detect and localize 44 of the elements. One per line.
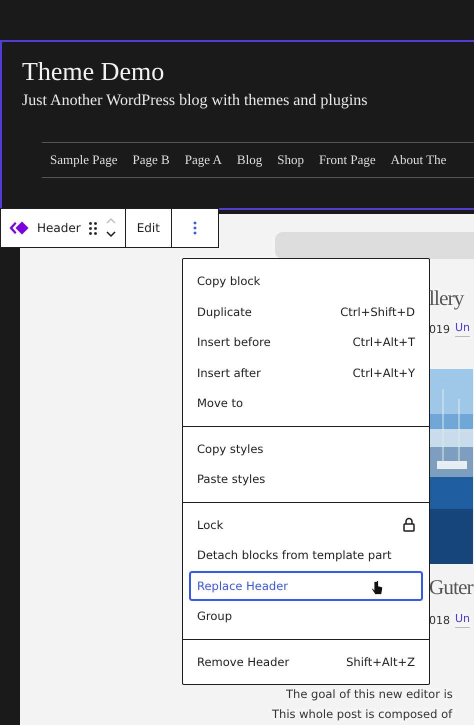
shortcut-text: Shift+Alt+Z — [346, 654, 415, 669]
menu-item[interactable]: Copy styles — [189, 434, 423, 464]
post-date: 018 — [429, 614, 450, 626]
menu-item[interactable]: Copy block — [189, 266, 423, 296]
paragraph-line: The goal of this new editor is — [286, 686, 454, 703]
paragraph-line: This whole post is composed of — [272, 706, 454, 723]
post-title: Guter — [429, 574, 474, 601]
menu-item-label: Duplicate — [197, 304, 252, 319]
category-link[interactable]: Un — [455, 612, 470, 628]
menu-item[interactable]: Paste styles — [189, 464, 423, 494]
menu-item[interactable]: Replace Header — [189, 570, 423, 601]
menu-item[interactable]: Group — [189, 601, 423, 632]
menu-item-label: Insert before — [197, 335, 271, 350]
menu-item[interactable]: Insert after Ctrl+Alt+Y — [189, 358, 423, 388]
nav-link[interactable]: Sample Page — [50, 152, 118, 168]
nav-link[interactable]: Page A — [184, 152, 222, 168]
nav-link[interactable]: About The — [390, 152, 446, 168]
block-label: Header — [37, 221, 81, 235]
menu-item[interactable]: Detach blocks from template part — [189, 540, 423, 570]
menu-item[interactable]: Lock — [189, 510, 423, 540]
cursor-icon — [371, 580, 383, 596]
menu-item[interactable]: Move to — [189, 388, 423, 418]
shortcut-text: Ctrl+Shift+D — [340, 304, 415, 319]
more-vertical-icon — [192, 221, 197, 235]
lock-icon — [403, 517, 415, 532]
nav-link[interactable]: Page B — [132, 152, 170, 168]
nav-link[interactable]: Front Page — [318, 152, 376, 168]
menu-item[interactable]: Insert before Ctrl+Alt+T — [189, 327, 423, 358]
menu-item-label: Remove Header — [197, 654, 290, 669]
post-title: llery — [429, 285, 465, 312]
menu-item[interactable]: Remove Header Shift+Alt+Z — [189, 646, 423, 677]
menu-item[interactable]: Duplicate Ctrl+Shift+D — [189, 296, 423, 327]
menu-item-label: Insert after — [197, 366, 261, 380]
category-link[interactable]: Un — [455, 321, 470, 337]
template-part-icon — [9, 221, 29, 235]
site-title: Theme Demo — [22, 56, 166, 88]
site-tagline: Just Another WordPress blog with themes and plugins — [22, 92, 369, 110]
nav-link[interactable]: Blog — [236, 152, 262, 168]
drag-handle-icon[interactable] — [88, 222, 97, 234]
shortcut-text: Ctrl+Alt+T — [352, 335, 415, 350]
menu-item-label: Lock — [197, 518, 224, 532]
shortcut-text: Ctrl+Alt+Y — [352, 366, 415, 380]
nav-link[interactable]: Shop — [277, 152, 304, 168]
post-date: 019 — [429, 322, 450, 336]
